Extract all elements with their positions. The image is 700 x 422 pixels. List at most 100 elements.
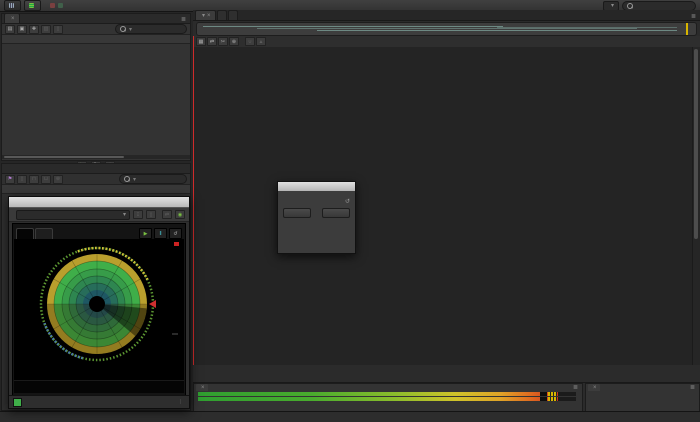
new-file-icon[interactable]: ✚ xyxy=(29,24,39,34)
markers-column-headers xyxy=(2,185,190,194)
export-markers-icon[interactable]: ⊔ xyxy=(41,174,51,184)
search-icon xyxy=(124,176,130,182)
radar-reset-button[interactable]: ↺ xyxy=(169,228,182,239)
close-icon[interactable]: × xyxy=(201,385,205,391)
editor-razor-icon[interactable]: ✂ xyxy=(218,37,228,46)
workspace-dropdown[interactable]: ▾ xyxy=(602,0,619,11)
level-meter-scale xyxy=(198,403,576,410)
power-icon[interactable]: ◉ xyxy=(175,210,185,219)
chevron-down-icon[interactable]: ▾ xyxy=(202,12,205,19)
files-list xyxy=(2,44,190,155)
session-overview-navigator[interactable] xyxy=(196,22,697,36)
radar-display xyxy=(14,239,184,371)
tab-selection-view[interactable]: × xyxy=(588,384,600,391)
rack-effect-window: ▾ ↧ ▯ ⇄ ◉ ▶ ‖ ↺ | xyxy=(8,196,190,409)
metronome-icon[interactable]: ▲ xyxy=(256,37,266,46)
waveform-view-button[interactable] xyxy=(4,0,21,11)
track-color-dialog: ↺ xyxy=(277,181,356,254)
trash-icon[interactable]: ▯ xyxy=(53,24,63,34)
editor-tabbar: ▾ × ≣ xyxy=(193,10,700,21)
files-hscrollbar[interactable] xyxy=(2,155,190,159)
tab-radar[interactable] xyxy=(16,228,34,239)
hue-row: ↺ xyxy=(278,197,355,206)
media-browser-icon[interactable]: ▥ xyxy=(41,24,51,34)
close-icon[interactable]: × xyxy=(11,16,15,22)
ok-button[interactable] xyxy=(322,208,350,218)
cancel-button[interactable] xyxy=(283,208,311,218)
close-icon[interactable]: × xyxy=(593,385,597,391)
io-icon[interactable]: ⇄ xyxy=(162,210,172,219)
tab-mixer[interactable] xyxy=(216,10,227,20)
markers-search-input[interactable]: ▾ xyxy=(119,174,187,184)
loudness-radar-plugin: ▶ ‖ ↺ xyxy=(12,223,186,405)
radar-pause-button[interactable]: ‖ xyxy=(154,228,167,239)
peak-indicator xyxy=(174,242,179,246)
scroll-thumb[interactable] xyxy=(4,156,124,158)
rack-footer: | xyxy=(9,395,189,408)
add-marker-icon[interactable]: ⚑ xyxy=(5,174,15,184)
levels-panel: × ≣ xyxy=(193,383,583,412)
rack-presets-row: ▾ ↧ ▯ ⇄ ◉ xyxy=(9,208,189,222)
merge-markers-icon[interactable]: ⊓ xyxy=(29,174,39,184)
radar-readout-labels xyxy=(14,371,184,380)
editor-move-icon[interactable]: ⇄ xyxy=(207,37,217,46)
reset-icon[interactable]: ↺ xyxy=(345,198,350,205)
help-search-input[interactable] xyxy=(622,0,696,11)
panel-menu-icon[interactable]: ≣ xyxy=(691,13,698,20)
tab-files[interactable]: × xyxy=(4,13,20,23)
tab-editor[interactable]: ▾ × xyxy=(195,10,216,20)
open-file-icon[interactable]: ▤ xyxy=(5,24,15,34)
chevron-down-icon: ▾ xyxy=(122,212,126,218)
save-preset-icon[interactable]: ↧ xyxy=(133,210,143,219)
editor-panel: ▾ × ≣ ▦ ⇄ ✂ ⊕ ∪ ▲ × ≣ × ≣ xyxy=(193,10,700,412)
dialog-title[interactable] xyxy=(278,182,355,191)
level-meter-right xyxy=(198,397,576,401)
selection-view-panel: × ≣ xyxy=(585,383,700,412)
multitrack-icon xyxy=(29,3,34,8)
panel-menu-icon[interactable]: ≣ xyxy=(573,384,580,391)
level-meter-left xyxy=(198,392,576,396)
close-icon[interactable]: × xyxy=(207,13,211,19)
playhead[interactable] xyxy=(193,36,194,365)
panel-menu-icon[interactable]: ≣ xyxy=(690,384,697,391)
delete-preset-icon[interactable]: ▯ xyxy=(146,210,156,219)
peak-tick xyxy=(149,300,156,308)
markers-toolbar: ⚑ ▯ ⊓ ⊔ ⊕ ▾ xyxy=(2,174,190,185)
delete-marker-icon[interactable]: ▯ xyxy=(17,174,27,184)
tab-settings[interactable] xyxy=(35,228,53,239)
files-toolbar: ▤ ▣ ✚ ▥ ▯ ▾ xyxy=(2,24,190,35)
panel-menu-icon[interactable]: ≣ xyxy=(181,16,188,23)
tab-console[interactable] xyxy=(227,10,238,20)
track-area xyxy=(193,47,700,365)
import-file-icon[interactable]: ▣ xyxy=(17,24,27,34)
scroll-thumb[interactable] xyxy=(694,49,698,239)
dialog-buttons xyxy=(278,206,355,220)
editor-insert-icon[interactable]: ⊕ xyxy=(229,37,239,46)
toolbar-display-icon-b[interactable] xyxy=(58,3,63,8)
preset-dropdown[interactable]: ▾ xyxy=(16,209,130,220)
search-icon xyxy=(627,2,633,9)
tab-levels[interactable]: × xyxy=(196,384,208,391)
search-icon xyxy=(120,26,126,32)
tracks-vscrollbar[interactable] xyxy=(692,47,700,365)
rack-window-title[interactable] xyxy=(9,197,189,208)
files-tabbar: × ≣ xyxy=(2,13,190,24)
timeline-ruler[interactable] xyxy=(278,36,692,47)
editor-grid-icon[interactable]: ▦ xyxy=(196,37,206,46)
radar-graph xyxy=(39,246,156,362)
toolbar-display-icon-a[interactable] xyxy=(50,3,55,8)
insert-marker-icon[interactable]: ⊕ xyxy=(53,174,63,184)
radar-elapsed-time xyxy=(172,333,178,335)
chevron-down-icon: ▾ xyxy=(133,176,137,183)
multitrack-view-button[interactable] xyxy=(24,0,41,11)
snap-icon[interactable]: ∪ xyxy=(245,37,255,46)
audition-window: ▾ × ≣ ▤ ▣ ✚ ▥ ▯ ▾ ⚑ ▯ ⊓ ⊔ ⊕ ▾ ▾ ↧ ▯ ⇄ ◉ … xyxy=(0,0,700,422)
files-panel: × ≣ ▤ ▣ ✚ ▥ ▯ ▾ ▶ ↻ ◉ xyxy=(1,13,191,170)
chevron-down-icon: ▾ xyxy=(610,3,614,9)
markers-tabbar xyxy=(2,164,190,174)
plugin-active-icon[interactable] xyxy=(13,397,22,407)
radar-play-button[interactable]: ▶ xyxy=(139,228,152,239)
files-search-input[interactable]: ▾ xyxy=(115,24,187,34)
radar-tabbar: ▶ ‖ ↺ xyxy=(13,224,185,239)
overview-playhead[interactable] xyxy=(686,23,688,35)
